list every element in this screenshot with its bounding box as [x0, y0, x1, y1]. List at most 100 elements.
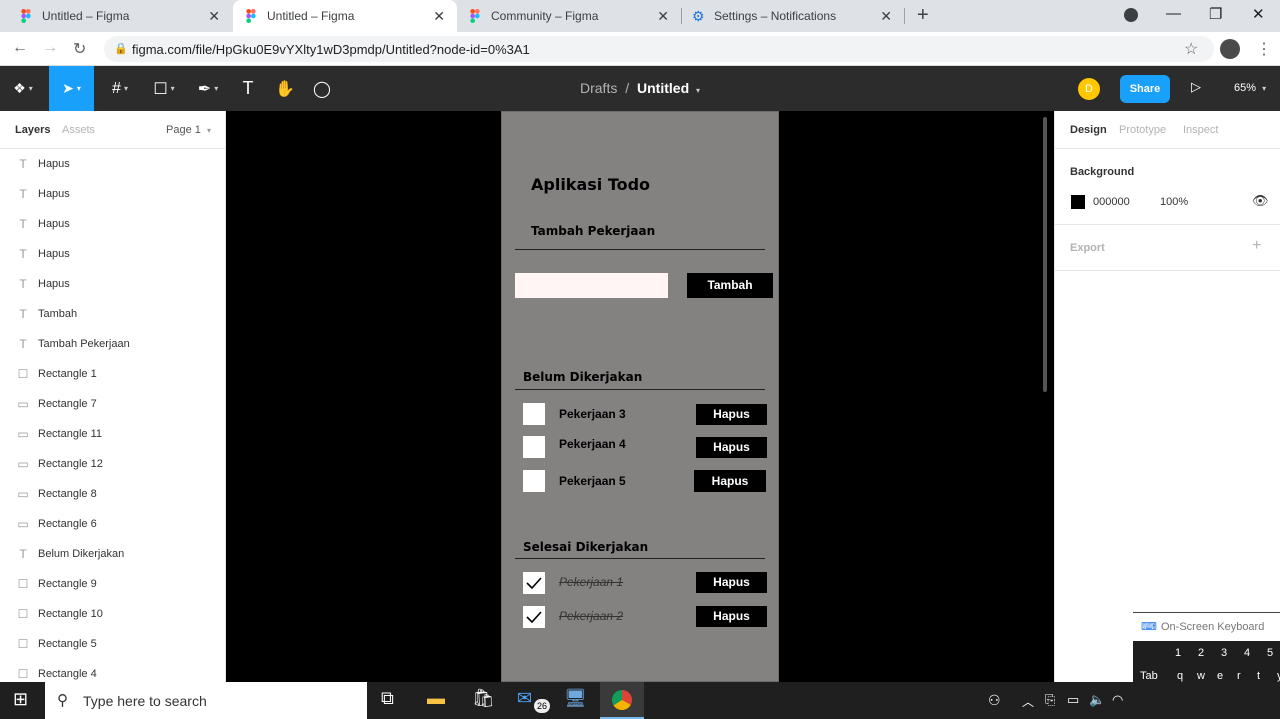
layer-item[interactable]: T Belum Dikerjakan	[0, 539, 225, 569]
layer-item[interactable]: T Hapus	[0, 149, 225, 179]
layer-item[interactable]: ▭ Rectangle 8	[0, 479, 225, 509]
taskbar-search[interactable]: ⚲ Type here to search	[45, 682, 367, 719]
task-checkbox[interactable]	[523, 436, 545, 458]
mail-icon[interactable]: ✉	[517, 688, 532, 709]
close-icon[interactable]: ✕	[657, 8, 669, 25]
people-icon[interactable]: ⚇	[988, 692, 1001, 709]
layer-item[interactable]: T Hapus	[0, 239, 225, 269]
osk-key[interactable]: t	[1257, 670, 1260, 682]
osk-key[interactable]: 5	[1267, 647, 1273, 659]
layer-item[interactable]: ☐ Rectangle 5	[0, 629, 225, 659]
browser-tab-2[interactable]: Untitled – Figma ✕	[233, 0, 457, 32]
close-icon[interactable]: ✕	[880, 8, 892, 25]
profile-menu-icon[interactable]	[1124, 8, 1138, 22]
file-name[interactable]: Untitled	[637, 80, 689, 96]
forward-icon[interactable]: →	[42, 39, 58, 57]
osk-key[interactable]: 3	[1221, 647, 1227, 659]
todo-app-frame[interactable]: Aplikasi Todo Tambah Pekerjaan Tambah Be…	[501, 111, 779, 682]
layer-item[interactable]: ▭ Rectangle 11	[0, 419, 225, 449]
layer-item[interactable]: T Hapus	[0, 179, 225, 209]
main-menu-button[interactable]: ❖ ▾	[0, 66, 46, 111]
new-tab-button[interactable]: +	[917, 4, 929, 27]
hapus-button[interactable]: Hapus	[696, 437, 767, 458]
osk-key[interactable]: q	[1177, 670, 1183, 682]
breadcrumb-drafts[interactable]: Drafts	[580, 80, 617, 96]
more-menu-icon[interactable]: ⋮	[1256, 39, 1272, 59]
text-tool-button[interactable]: T	[234, 66, 262, 111]
store-icon[interactable]: 🛍	[472, 688, 495, 709]
layer-item[interactable]: ☐ Rectangle 4	[0, 659, 225, 682]
minimize-icon[interactable]: —	[1166, 5, 1181, 22]
canvas-scrollbar[interactable]	[1043, 117, 1047, 392]
osk-key[interactable]: 1	[1175, 647, 1181, 659]
tab-inspect[interactable]: Inspect	[1183, 124, 1218, 136]
osk-key[interactable]: r	[1237, 670, 1241, 682]
zoom-menu[interactable]: 65% ▾	[1234, 82, 1266, 94]
design-canvas[interactable]: Aplikasi Todo Tambah Pekerjaan Tambah Be…	[226, 111, 1054, 682]
move-tool-button[interactable]: ➤ ▾	[49, 66, 94, 111]
task-input-field[interactable]	[515, 273, 668, 298]
tambah-button[interactable]: Tambah	[687, 273, 773, 298]
task-checkbox-checked[interactable]	[523, 606, 545, 628]
windows-start-icon[interactable]: ⊞	[13, 689, 28, 710]
maximize-icon[interactable]: ❐	[1209, 5, 1222, 23]
shape-tool-button[interactable]: ☐ ▾	[144, 66, 184, 111]
frame-tool-button[interactable]: # ▾	[100, 66, 140, 111]
chevron-up-icon[interactable]: ︿	[1022, 693, 1034, 710]
osk-titlebar[interactable]: ⌨ On-Screen Keyboard	[1133, 613, 1280, 641]
layer-item[interactable]: T Tambah Pekerjaan	[0, 329, 225, 359]
hapus-button[interactable]: Hapus	[696, 572, 767, 593]
chevron-down-icon[interactable]: ▾	[696, 86, 700, 95]
task-checkbox[interactable]	[523, 470, 545, 492]
layer-item[interactable]: ☐ Rectangle 10	[0, 599, 225, 629]
reload-icon[interactable]: ↻	[73, 39, 86, 59]
osk-key[interactable]: 2	[1198, 647, 1204, 659]
browser-tab-1[interactable]: Untitled – Figma ✕	[0, 0, 232, 32]
osk-key[interactable]: 4	[1244, 647, 1250, 659]
user-avatar[interactable]: D	[1078, 78, 1100, 100]
window-close-icon[interactable]: ✕	[1252, 5, 1265, 23]
omnibox[interactable]: 🔒 figma.com/file/HpGku0E9vYXlty1wD3pmdp/…	[104, 36, 1214, 62]
osk-key[interactable]: w	[1197, 670, 1205, 682]
url-text[interactable]: figma.com/file/HpGku0E9vYXlty1wD3pmdp/Un…	[132, 42, 530, 57]
pen-tool-button[interactable]: ✒ ▾	[188, 66, 228, 111]
page-selector[interactable]: Page 1 ▾	[166, 124, 211, 136]
task-checkbox[interactable]	[523, 403, 545, 425]
layer-item[interactable]: ☐ Rectangle 1	[0, 359, 225, 389]
hapus-button[interactable]: Hapus	[696, 606, 767, 627]
share-button[interactable]: Share	[1120, 75, 1170, 103]
network-icon[interactable]: ⎘	[1045, 692, 1055, 708]
task-checkbox-checked[interactable]	[523, 572, 545, 594]
layer-item[interactable]: ▭ Rectangle 12	[0, 449, 225, 479]
battery-icon[interactable]: ▭	[1067, 692, 1079, 708]
background-opacity[interactable]: 100%	[1160, 196, 1188, 208]
close-icon[interactable]: ✕	[208, 8, 220, 25]
present-play-icon[interactable]: ▷	[1191, 79, 1201, 95]
chrome-taskbar-button[interactable]	[600, 682, 644, 719]
osk-key[interactable]: e	[1217, 670, 1223, 682]
tab-design[interactable]: Design	[1070, 124, 1107, 136]
layer-item[interactable]: T Hapus	[0, 209, 225, 239]
profile-avatar[interactable]	[1220, 39, 1240, 59]
osk-key[interactable]: Tab	[1140, 670, 1158, 682]
wifi-icon[interactable]: ◠	[1112, 692, 1123, 708]
back-icon[interactable]: ←	[12, 39, 28, 57]
tab-layers[interactable]: Layers	[15, 124, 50, 136]
background-hex[interactable]: 000000	[1093, 196, 1130, 208]
layer-item[interactable]: ☐ Rectangle 9	[0, 569, 225, 599]
file-explorer-icon[interactable]: ▬	[427, 688, 445, 709]
hapus-button[interactable]: Hapus	[696, 404, 767, 425]
comment-tool-button[interactable]: ◯	[307, 66, 337, 111]
layer-item[interactable]: T Hapus	[0, 269, 225, 299]
browser-tab-3[interactable]: Community – Figma ✕	[457, 0, 681, 32]
layer-item[interactable]: ▭ Rectangle 6	[0, 509, 225, 539]
layer-item[interactable]: T Tambah	[0, 299, 225, 329]
browser-tab-4[interactable]: ⚙ Settings – Notifications ✕	[682, 0, 904, 32]
bookmark-star-icon[interactable]: ☆	[1184, 39, 1198, 59]
app-icon[interactable]: 🖥	[564, 688, 587, 709]
hapus-button[interactable]: Hapus	[694, 470, 766, 492]
tab-prototype[interactable]: Prototype	[1119, 124, 1166, 136]
add-export-icon[interactable]: +	[1252, 237, 1261, 255]
close-icon[interactable]: ✕	[433, 8, 445, 25]
hand-tool-button[interactable]: ✋	[270, 66, 300, 111]
